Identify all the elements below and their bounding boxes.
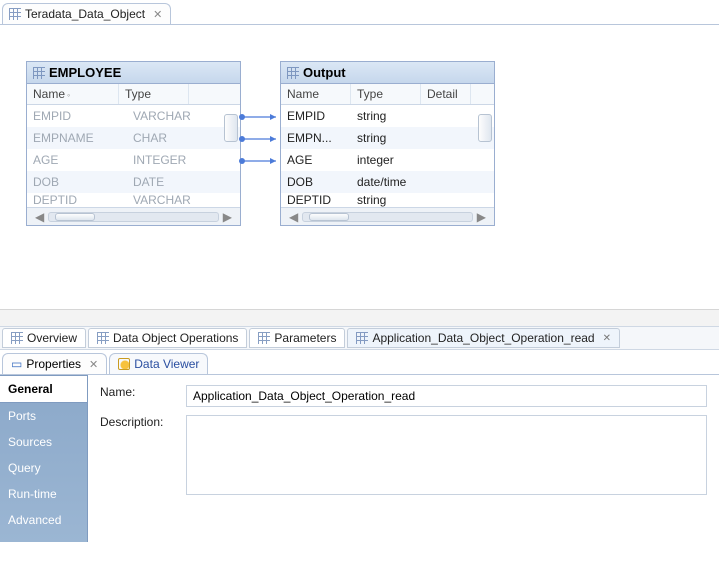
properties-body: Name: Description: [88, 375, 719, 542]
employee-panel-label: EMPLOYEE [49, 65, 121, 80]
table-row[interactable]: DOBdate/time [281, 171, 494, 193]
tab-data-object-operations[interactable]: Data Object Operations [88, 328, 247, 348]
scroll-right-icon[interactable]: ▶ [223, 210, 232, 224]
output-col-name[interactable]: Name [281, 84, 351, 104]
view-tab-bar: ▭ Properties ✕ Data Viewer [0, 350, 719, 374]
output-hscroll[interactable]: ◀ ▶ [281, 207, 494, 225]
employee-panel[interactable]: EMPLOYEE Name◦ Type EMPIDVARCHAR EMPNAME… [26, 61, 241, 226]
description-field[interactable] [186, 415, 707, 495]
tab-app-read[interactable]: Application_Data_Object_Operation_read ✕ [347, 328, 620, 348]
scroll-thumb[interactable] [224, 114, 238, 142]
sidebar-item-advanced[interactable]: Advanced [0, 507, 87, 533]
table-icon [287, 67, 299, 79]
tab-label: Overview [27, 331, 77, 345]
properties-pane: General Ports Sources Query Run-time Adv… [0, 374, 719, 542]
output-column-header[interactable]: Name Type Detail [281, 84, 494, 105]
editor-tab-bar: Teradata_Data_Object ✕ [0, 0, 719, 24]
tab-data-viewer[interactable]: Data Viewer [109, 353, 208, 374]
employee-panel-title[interactable]: EMPLOYEE [27, 62, 240, 84]
output-col-detail[interactable]: Detail [421, 84, 471, 104]
scroll-thumb[interactable] [55, 213, 95, 221]
tab-label: Application_Data_Object_Operation_read [372, 331, 594, 345]
name-label: Name: [100, 385, 186, 399]
close-icon[interactable]: ✕ [603, 333, 611, 344]
properties-sidebar: General Ports Sources Query Run-time Adv… [0, 375, 88, 542]
scroll-thumb[interactable] [478, 114, 492, 142]
app-read-tab-icon [356, 332, 368, 344]
tab-label: Properties [26, 357, 81, 371]
data-object-icon [9, 8, 21, 20]
table-row[interactable]: EMPN...string [281, 127, 494, 149]
tab-overview[interactable]: Overview [2, 328, 86, 348]
overview-tab-icon [11, 332, 23, 344]
scroll-left-icon[interactable]: ◀ [35, 210, 44, 224]
close-icon[interactable]: ✕ [89, 358, 98, 371]
close-icon[interactable]: ✕ [153, 8, 162, 21]
output-panel[interactable]: Output Name Type Detail EMPIDstring EMPN… [280, 61, 495, 226]
table-row[interactable]: DEPTIDVARCHAR [27, 193, 240, 207]
table-row[interactable]: EMPIDVARCHAR [27, 105, 240, 127]
output-col-type[interactable]: Type [351, 84, 421, 104]
employee-rows: EMPIDVARCHAR EMPNAMECHAR AGEINTEGER DOBD… [27, 105, 240, 207]
editor-tab-label: Teradata_Data_Object [25, 7, 145, 21]
sidebar-item-ports[interactable]: Ports [0, 403, 87, 429]
name-field[interactable] [186, 385, 707, 407]
table-icon [33, 67, 45, 79]
tab-parameters[interactable]: Parameters [249, 328, 345, 348]
table-row[interactable]: AGEinteger [281, 149, 494, 171]
mapping-canvas[interactable]: EMPLOYEE Name◦ Type EMPIDVARCHAR EMPNAME… [0, 24, 719, 326]
table-row[interactable]: EMPNAMECHAR [27, 127, 240, 149]
editor-tab-teradata[interactable]: Teradata_Data_Object ✕ [2, 3, 171, 24]
sidebar-item-query[interactable]: Query [0, 455, 87, 481]
tab-label: Data Viewer [134, 357, 199, 371]
sort-indicator-icon: ◦ [67, 90, 70, 100]
output-vscroll[interactable] [478, 106, 492, 205]
data-viewer-tab-icon [118, 358, 130, 370]
employee-col-type[interactable]: Type [119, 84, 189, 104]
output-panel-title[interactable]: Output [281, 62, 494, 84]
employee-hscroll[interactable]: ◀ ▶ [27, 207, 240, 225]
output-panel-label: Output [303, 65, 346, 80]
canvas-sub-tab-bar: Overview Data Object Operations Paramete… [0, 326, 719, 350]
sidebar-item-general[interactable]: General [0, 375, 87, 403]
canvas-hscroll[interactable] [0, 309, 719, 326]
employee-vscroll[interactable] [224, 106, 238, 205]
tab-label: Parameters [274, 331, 336, 345]
tab-label: Data Object Operations [113, 331, 238, 345]
table-row[interactable]: EMPIDstring [281, 105, 494, 127]
tab-properties[interactable]: ▭ Properties ✕ [2, 353, 107, 374]
scroll-left-icon[interactable]: ◀ [289, 210, 298, 224]
scroll-thumb[interactable] [309, 213, 349, 221]
properties-tab-icon: ▭ [11, 357, 22, 371]
table-row[interactable]: DOBDATE [27, 171, 240, 193]
sidebar-item-sources[interactable]: Sources [0, 429, 87, 455]
table-row[interactable]: DEPTIDstring [281, 193, 494, 207]
employee-column-header[interactable]: Name◦ Type [27, 84, 240, 105]
scroll-track[interactable] [302, 212, 473, 222]
output-rows: EMPIDstring EMPN...string AGEinteger DOB… [281, 105, 494, 207]
scroll-track[interactable] [48, 212, 219, 222]
ops-tab-icon [97, 332, 109, 344]
employee-col-name[interactable]: Name◦ [27, 84, 119, 104]
scroll-right-icon[interactable]: ▶ [477, 210, 486, 224]
table-row[interactable]: AGEINTEGER [27, 149, 240, 171]
params-tab-icon [258, 332, 270, 344]
sidebar-item-runtime[interactable]: Run-time [0, 481, 87, 507]
description-label: Description: [100, 415, 186, 429]
